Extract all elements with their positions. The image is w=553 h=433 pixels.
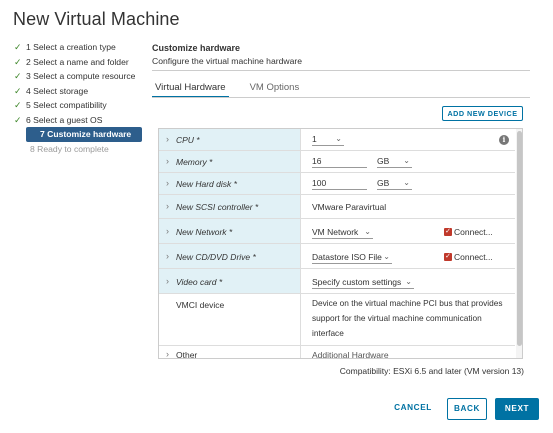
tab-virtual-hardware[interactable]: Virtual Hardware [152,80,229,98]
vmci-description: Device on the virtual machine PCI bus th… [312,298,503,338]
divider [152,97,530,98]
row-label: VMCI device [176,300,225,310]
chevron-right-icon[interactable]: › [166,276,169,286]
row-label: Video card * [176,277,223,287]
other-value: Additional Hardware [312,350,389,359]
row-label: New CD/DVD Drive * [176,252,256,262]
chevron-down-icon: ⌄ [405,277,412,286]
hardware-row-video-card: › Video card * Specify custom settings ⌄ [159,269,515,294]
divider [152,70,530,71]
step-label: 4 Select storage [26,85,89,96]
add-new-device-button[interactable]: ADD NEW DEVICE [442,106,523,121]
step-label: 2 Select a name and folder [26,56,129,67]
hardware-row-network: › New Network * VM Network ⌄ ✓ Connect..… [159,219,515,244]
scsi-value: VMware Paravirtual [312,202,387,212]
step-6[interactable]: ✓ 6 Select a guest OS [14,113,142,128]
checkmark-icon: ✓ [14,100,22,110]
checkmark-icon: ✓ [14,42,22,52]
chevron-right-icon[interactable]: › [166,226,169,236]
hardware-row-memory: › Memory * 16 GB ⌄ [159,151,515,173]
checkmark-icon: ✓ [14,114,22,125]
back-button[interactable]: BACK [447,398,487,420]
chevron-right-icon[interactable]: › [166,178,169,188]
step-2[interactable]: ✓ 2 Select a name and folder [14,55,142,70]
row-label: Memory * [176,157,213,167]
chevron-down-icon: ⌄ [383,252,390,261]
row-label: CPU * [176,135,200,145]
row-label: New Hard disk * [176,179,237,189]
cd-dvd-connect-checkbox[interactable]: ✓ [444,253,452,261]
hardware-grid: › CPU * 1 ⌄ i › Memory * 16 GB ⌄ › New H… [158,128,523,359]
chevron-down-icon: ⌄ [403,156,410,165]
hardware-row-other: › Other Additional Hardware [159,346,515,359]
cancel-button[interactable]: CANCEL [390,398,436,420]
hardware-row-cpu: › CPU * 1 ⌄ i [159,129,515,151]
chevron-down-icon: ⌄ [335,134,342,143]
step-label: 1 Select a creation type [26,42,116,52]
section-title: Customize hardware [152,43,241,53]
network-select[interactable]: VM Network ⌄ [312,226,373,239]
hardware-row-hard-disk: › New Hard disk * 100 GB ⌄ [159,173,515,195]
hardware-row-vmci: VMCI device Device on the virtual machin… [159,294,515,346]
cpu-select[interactable]: 1 ⌄ [312,133,344,146]
step-4[interactable]: ✓ 4 Select storage [14,84,142,99]
wizard-steps: ✓ 1 Select a creation type ✓ 2 Select a na… [14,40,142,156]
tab-bar: Virtual Hardware VM Options [152,80,320,98]
video-card-select[interactable]: Specify custom settings ⌄ [312,276,414,289]
scrollbar-thumb[interactable] [517,131,522,346]
section-subtitle: Configure the virtual machine hardware [152,56,302,66]
chevron-right-icon[interactable]: › [166,134,169,144]
checkmark-icon: ✓ [14,85,22,96]
window-title: New Virtual Machine [13,9,180,29]
network-connect-checkbox[interactable]: ✓ [444,228,452,236]
hardware-row-cd-dvd: › New CD/DVD Drive * Datastore ISO File … [159,244,515,269]
chevron-right-icon[interactable]: › [166,251,169,261]
row-label: Other [176,350,198,359]
tab-vm-options[interactable]: VM Options [247,80,303,98]
step-label: 7 Customize hardware [40,129,132,139]
chevron-right-icon[interactable]: › [166,156,169,166]
step-label: 6 Select a guest OS [26,114,103,125]
step-7-active[interactable]: 7 Customize hardware [26,127,142,142]
row-label: New Network * [176,227,233,237]
hardware-row-scsi: › New SCSI controller * VMware Paravirtu… [159,195,515,219]
step-8: 8 Ready to complete [14,142,142,157]
step-label: 8 Ready to complete [30,143,109,154]
memory-input[interactable]: 16 [312,155,367,168]
compatibility-text: Compatibility: ESXi 6.5 and later (VM ve… [339,366,524,376]
step-5[interactable]: ✓ 5 Select compatibility [14,98,142,113]
row-label: New SCSI controller * [176,202,259,212]
chevron-down-icon: ⌄ [403,178,410,187]
chevron-right-icon[interactable]: › [166,349,169,358]
chevron-down-icon: ⌄ [364,227,371,236]
step-3[interactable]: ✓ 3 Select a compute resource [14,69,142,84]
chevron-right-icon[interactable]: › [166,201,169,211]
hard-disk-input[interactable]: 100 [312,177,367,190]
checkmark-icon: ✓ [14,71,22,81]
checkmark-icon: ✓ [14,56,22,67]
memory-unit-select[interactable]: GB ⌄ [377,155,412,168]
step-label: 5 Select compatibility [26,100,107,110]
info-icon[interactable]: i [499,135,509,145]
next-button[interactable]: NEXT [495,398,539,420]
step-label: 3 Select a compute resource [26,71,136,81]
step-1[interactable]: ✓ 1 Select a creation type [14,40,142,55]
checkbox-label: Connect... [454,227,493,237]
hard-disk-unit-select[interactable]: GB ⌄ [377,177,412,190]
checkbox-label: Connect... [454,252,493,262]
cd-dvd-select[interactable]: Datastore ISO File ⌄ [312,251,392,264]
